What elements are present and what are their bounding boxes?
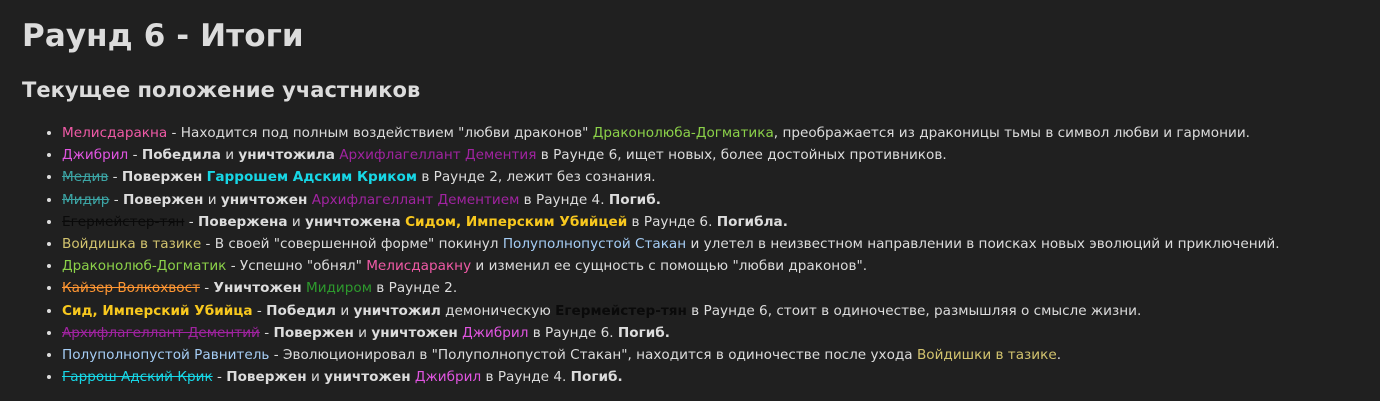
status-text: Повержен bbox=[273, 324, 354, 341]
name-mention: Архифлагеллант Дементием bbox=[311, 191, 520, 208]
status-text: Погиб. bbox=[608, 191, 661, 208]
name-mention: Сид, Имперский Убийца bbox=[62, 302, 253, 319]
name-mention: Полуполнопустой Стакан bbox=[502, 236, 687, 253]
name-mention: Кайзер Волкохвост bbox=[62, 280, 200, 297]
status-text: уничтожен bbox=[220, 191, 308, 208]
section-heading: Текущее положение участников bbox=[22, 78, 421, 102]
status-text: Повержена bbox=[198, 213, 288, 230]
text-segment: и bbox=[203, 191, 221, 208]
name-mention: Мелисдаракну bbox=[366, 258, 472, 275]
name-mention: Мелисдаракна bbox=[62, 125, 168, 141]
text-segment: - bbox=[259, 324, 274, 341]
text-segment: , преображается из драконицы тьмы в симв… bbox=[773, 125, 1250, 141]
text-segment: и bbox=[287, 213, 306, 230]
name-mention: Драконолюб-Догматик bbox=[62, 258, 227, 275]
text-segment: демоническую bbox=[440, 302, 556, 319]
status-text: Погиб. bbox=[617, 324, 670, 341]
name-mention: Джибрил bbox=[414, 369, 482, 386]
list-item: Сид, Имперский Убийца - Победил и уничто… bbox=[62, 300, 1362, 322]
text-segment: - В своей "совершенной форме" покинул bbox=[201, 236, 503, 253]
name-mention: Полуполнопустой Равнитель bbox=[62, 347, 270, 364]
text-segment: - bbox=[128, 147, 142, 164]
text-segment: . bbox=[1056, 347, 1062, 364]
list-item: Егермейстер-тян - Повержена и уничтожена… bbox=[62, 211, 1362, 233]
name-mention: Драконолюба-Догматика bbox=[592, 125, 774, 141]
text-segment: и изменил ее сущность с помощью "любви д… bbox=[471, 258, 868, 275]
name-mention: Сидом, Имперским Убийцей bbox=[405, 213, 628, 230]
text-segment: и bbox=[306, 369, 325, 386]
text-segment: в Раунде 6. bbox=[627, 213, 717, 230]
name-mention: Мидиром bbox=[305, 280, 372, 297]
status-text: Погиб. bbox=[570, 369, 623, 386]
text-segment: - bbox=[184, 213, 199, 230]
text-segment: в Раунде 4. bbox=[481, 369, 571, 386]
text-segment: - Эволюционировал в "Полуполнопустой Ста… bbox=[269, 347, 917, 364]
text-segment: в Раунде 6. bbox=[528, 324, 618, 341]
name-mention: Гаррош Адский Крик bbox=[62, 369, 213, 386]
list-item: Джибрил - Победила и уничтожила Архифлаг… bbox=[62, 144, 1362, 166]
name-mention: Егермейстер-тян bbox=[555, 302, 687, 319]
name-mention: Архифлагеллант Дементий bbox=[62, 324, 260, 341]
name-mention: Войдишка в тазике bbox=[62, 236, 202, 253]
participants-list: Мелисдаракна - Находится под полным возд… bbox=[22, 122, 1362, 388]
list-item: Кайзер Волкохвост - Уничтожен Мидиром в … bbox=[62, 277, 1362, 299]
name-mention: Джибрил bbox=[462, 324, 529, 341]
status-text: Уничтожен bbox=[213, 280, 302, 297]
status-text: Победила bbox=[141, 147, 221, 164]
status-text: уничтожила bbox=[238, 147, 335, 164]
document-body: Раунд 6 - Итоги Текущее положение участн… bbox=[22, 16, 1362, 388]
name-mention: Войдишки в тазике bbox=[916, 347, 1057, 364]
text-segment: в Раунде 4. bbox=[519, 191, 609, 208]
list-item: Архифлагеллант Дементий - Повержен и уни… bbox=[62, 322, 1362, 344]
text-segment: - bbox=[109, 191, 123, 208]
list-item: Полуполнопустой Равнитель - Эволюциониро… bbox=[62, 344, 1362, 366]
status-text: Повержен bbox=[226, 369, 307, 386]
name-mention: Гаррошем Адским Криком bbox=[206, 169, 417, 186]
name-mention: Архифлагеллант Дементия bbox=[339, 147, 537, 164]
name-mention: Мидир bbox=[62, 191, 110, 208]
list-item: Войдишка в тазике - В своей "совершенной… bbox=[62, 233, 1362, 255]
name-mention: Джибрил bbox=[62, 147, 129, 164]
text-segment: - bbox=[108, 169, 122, 186]
text-segment: - bbox=[212, 369, 227, 386]
text-segment: - Находится под полным воздействием "люб… bbox=[167, 125, 593, 141]
page-title: Раунд 6 - Итоги bbox=[22, 18, 304, 54]
text-segment: в Раунде 2. bbox=[371, 280, 458, 297]
text-segment: в Раунде 6, ищет новых, более достойных … bbox=[536, 147, 947, 164]
text-segment: и bbox=[220, 147, 239, 164]
list-item: Мелисдаракна - Находится под полным возд… bbox=[62, 122, 1362, 144]
text-segment: в Раунде 6, стоит в одиночестве, размышл… bbox=[686, 302, 1142, 319]
name-mention: Медив bbox=[62, 169, 109, 186]
text-segment: - bbox=[252, 302, 267, 319]
name-mention: Егермейстер-тян bbox=[62, 213, 185, 230]
status-text: Повержен bbox=[121, 169, 203, 186]
text-segment: - bbox=[199, 280, 214, 297]
list-item: Гаррош Адский Крик - Повержен и уничтоже… bbox=[62, 366, 1362, 388]
status-text: уничтожил bbox=[353, 302, 441, 319]
text-segment: и bbox=[353, 324, 372, 341]
status-text: уничтожен bbox=[371, 324, 458, 341]
text-segment: - Успешно "обнял" bbox=[226, 258, 367, 275]
list-item: Медив - Повержен Гаррошем Адским Криком … bbox=[62, 166, 1362, 188]
status-text: Повержен bbox=[123, 191, 204, 208]
list-item: Мидир - Повержен и уничтожен Архифлагелл… bbox=[62, 189, 1362, 211]
status-text: Погибла. bbox=[716, 213, 788, 230]
text-segment: и bbox=[336, 302, 354, 319]
status-text: уничтожен bbox=[324, 369, 411, 386]
status-text: уничтожена bbox=[305, 213, 401, 230]
text-segment: и улетел в неизвестном направлении в пои… bbox=[686, 236, 1280, 253]
list-item: Драконолюб-Догматик - Успешно "обнял" Ме… bbox=[62, 255, 1362, 277]
text-segment: в Раунде 2, лежит без сознания. bbox=[417, 169, 656, 186]
status-text: Победил bbox=[266, 302, 336, 319]
